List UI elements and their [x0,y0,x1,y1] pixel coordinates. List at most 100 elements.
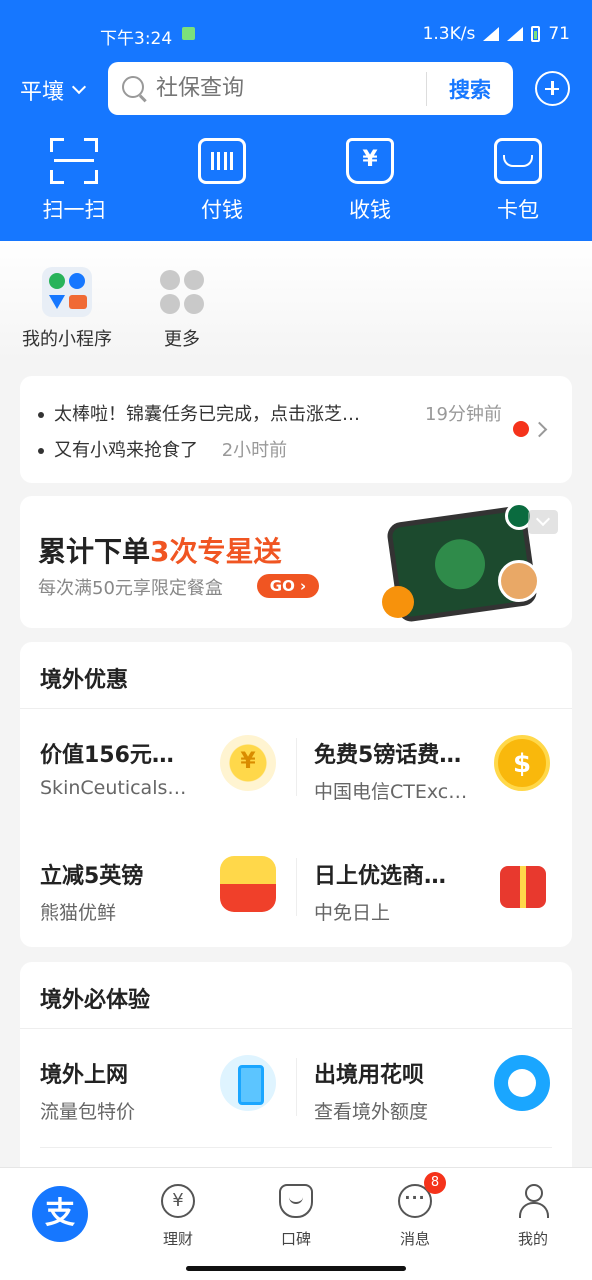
nav-label: 口碑 [280,1230,311,1248]
huabei-icon [494,1055,550,1111]
experience-item[interactable]: 境外上网 流量包特价 [40,1055,296,1147]
scan-icon [50,138,98,184]
top-bar: 平壤 搜索 [0,62,592,116]
experience-item[interactable]: 出境用花呗 查看境外额度 [314,1055,570,1147]
more-apps-label: 更多 [164,329,200,350]
pay-icon [198,138,246,184]
chevron-right-icon[interactable] [531,421,548,438]
search-divider [426,72,427,106]
notice-time: 19分钟前 [425,404,502,425]
header: 下午3:24 1.3K/s 71 平壤 搜索 [0,0,592,241]
overseas-experience-card: 境外必体验 境外上网 流量包特价 出境用花呗 查看境外额度 [20,962,572,1202]
my-mini-programs-label: 我的小程序 [22,329,112,350]
experience-title: 境外上网 [40,1063,129,1088]
notice-text: 太棒啦！锦囊任务已完成，点击涨芝… [54,404,360,425]
notice-item[interactable]: 太棒啦！锦囊任务已完成，点击涨芝… [38,400,360,426]
nav-messages[interactable]: 消息 [370,1184,460,1249]
unread-dot [513,421,529,437]
settings-notification-icon [182,27,195,40]
offer-title: 免费5镑话费… [314,743,462,768]
red-packet-icon [220,856,276,912]
mini-apps-row: 我的小程序 更多 [0,241,592,361]
gift-box-icon [500,866,546,908]
offer-item[interactable]: 日上优选商… 中免日上 [314,858,570,947]
my-mini-programs[interactable]: 我的小程序 [12,267,122,351]
section-title: 境外优惠 [40,668,129,693]
koubei-icon [279,1184,313,1218]
pay-label: 付钱 [201,198,243,222]
quick-actions: 扫一扫 付钱 ¥ 收钱 卡包 [0,138,592,228]
coin-icon [494,735,550,791]
go-button[interactable]: GO › [257,574,319,598]
signal-icon [483,27,500,41]
offer-item[interactable]: 立减5英镑 熊猫优鲜 [40,856,296,947]
status-bar: 下午3:24 1.3K/s 71 [0,22,592,50]
more-apps[interactable]: 更多 [127,267,237,351]
home-indicator [186,1266,406,1271]
phone-signal-icon [220,1055,276,1111]
message-badge: 8 [424,1172,446,1194]
experience-title: 出境用花呗 [314,1063,425,1088]
notice-time: 2小时前 [221,440,288,461]
experience-subtitle: 流量包特价 [40,1101,136,1123]
notice-item[interactable]: 又有小鸡来抢食了 2小时前 [38,436,287,462]
offer-item[interactable]: 价值156元… SkinCeuticals… [40,735,296,827]
banner-title-highlight: 3次专星送 [150,535,282,568]
more-icon [157,267,207,317]
offer-subtitle: 熊猫优鲜 [40,902,117,924]
search-input[interactable] [156,73,416,103]
promo-banner[interactable]: 累计下单3次专星送 每次满50元享限定餐盒 GO › [20,496,572,628]
city-label: 平壤 [20,80,65,105]
nav-label: 理财 [162,1230,193,1248]
search-box[interactable]: 搜索 [108,62,513,115]
card-wallet-label: 卡包 [497,198,539,222]
receive-money-button[interactable]: ¥ 收钱 [315,138,425,224]
offer-item[interactable]: 免费5镑话费… 中国电信CTExc… [314,735,570,827]
decoration-ball [382,586,414,618]
experience-subtitle: 查看境外额度 [314,1101,429,1123]
bottom-nav: 支 ¥ 理财 口碑 消息 8 我的 [0,1167,592,1280]
receive-money-label: 收钱 [349,198,391,222]
coupon-icon [220,735,276,791]
overseas-offers-card: 境外优惠 价值156元… SkinCeuticals… 免费5镑话费… 中国电信… [20,642,572,947]
card-wallet-button[interactable]: 卡包 [463,138,573,224]
search-icon [122,76,144,98]
city-selector[interactable]: 平壤 [20,74,87,106]
nav-koubei[interactable]: 口碑 [251,1184,341,1249]
receive-money-icon: ¥ [346,138,394,184]
offer-subtitle: 中国电信CTExc… [314,781,468,803]
chevron-down-icon [71,79,87,95]
banner-title: 累计下单3次专星送 [38,530,282,570]
banner-collapse-icon[interactable] [528,510,558,534]
scan-label: 扫一扫 [42,198,106,222]
search-button[interactable]: 搜索 [430,74,510,104]
pay-button[interactable]: 付钱 [167,138,277,224]
offer-title: 价值156元… [40,743,174,768]
status-indicators: 1.3K/s 71 [423,24,570,44]
offer-subtitle: 中免日上 [314,902,391,924]
offer-subtitle: SkinCeuticals… [40,777,187,799]
banner-title-main: 累计下单 [38,535,151,568]
bear-mascot-image [498,560,540,602]
notification-card[interactable]: 太棒啦！锦囊任务已完成，点击涨芝… 19分钟前 又有小鸡来抢食了 2小时前 [20,376,572,483]
battery-level: 71 [548,24,570,44]
nav-profile[interactable]: 我的 [488,1184,578,1249]
add-icon[interactable] [535,71,570,106]
offer-title: 立减5英镑 [40,864,144,889]
signal-2-icon [507,27,524,41]
banner-subtitle: 每次满50元享限定餐盒 [38,578,223,599]
network-speed: 1.3K/s [422,24,476,44]
nav-wealth[interactable]: ¥ 理财 [133,1184,223,1249]
offer-title: 日上优选商… [314,864,447,889]
battery-icon [531,26,541,42]
nav-label: 我的 [517,1230,548,1248]
wealth-icon: ¥ [161,1184,195,1218]
mini-program-icon [42,267,92,317]
status-time: 下午3:24 [100,29,173,49]
card-wallet-icon [494,138,542,184]
section-title: 境外必体验 [40,988,151,1013]
scan-button[interactable]: 扫一扫 [19,138,129,224]
alipay-home-icon[interactable]: 支 [32,1186,88,1242]
notice-text: 又有小鸡来抢食了 [54,440,198,461]
nav-label: 消息 [399,1230,430,1248]
